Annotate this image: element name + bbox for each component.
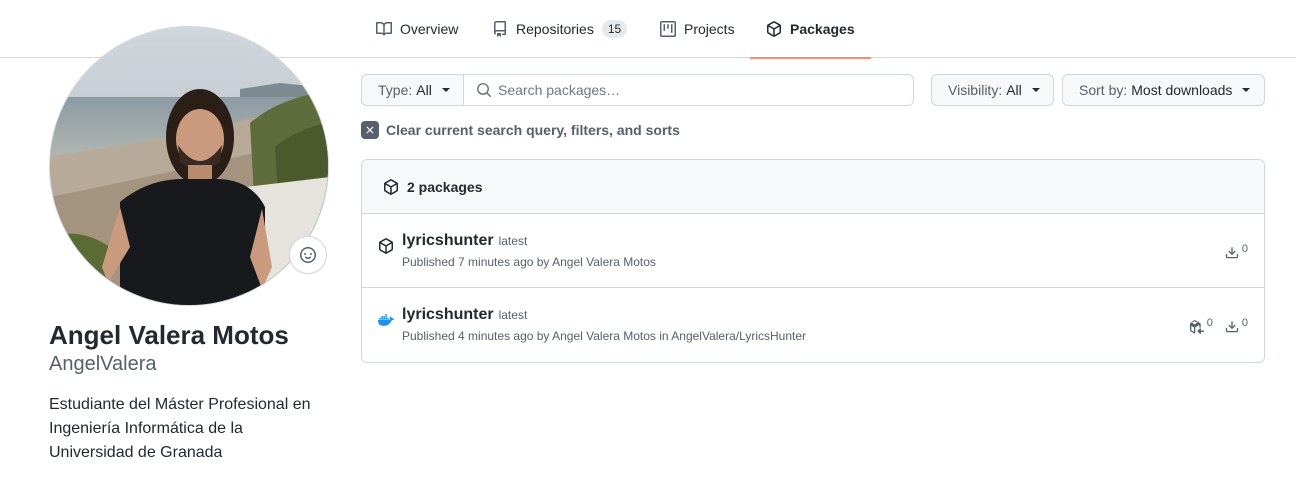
package-name-link[interactable]: lyricshunter: [402, 306, 494, 324]
set-status-button[interactable]: [289, 236, 327, 274]
tab-overview[interactable]: Overview: [376, 0, 458, 58]
package-title: lyricshunter latest: [402, 232, 527, 250]
visibility-filter-label: Visibility:: [948, 82, 1003, 98]
search-icon: [477, 83, 492, 98]
project-icon: [660, 21, 676, 37]
package-title: lyricshunter latest: [402, 306, 527, 324]
tab-projects[interactable]: Projects: [660, 0, 735, 58]
package-icon: [384, 178, 398, 195]
book-icon: [376, 21, 392, 36]
chevron-down-icon: [1242, 88, 1251, 92]
clear-filters-text: Clear current search query, filters, and…: [386, 122, 680, 138]
packages-header: 2 packages: [362, 160, 1264, 214]
list-item: lyricshunter latest Published 4 minutes …: [362, 288, 1264, 362]
chevron-down-icon: [1031, 88, 1040, 92]
package-stats: 0: [1225, 243, 1248, 260]
packages-count: 2 packages: [407, 178, 483, 195]
download-icon: [1225, 321, 1238, 333]
package-meta: Published 4 minutes ago by Angel Valera …: [402, 329, 807, 343]
tab-repositories-label: Repositories: [516, 21, 594, 37]
type-filter-dropdown[interactable]: Type: All: [361, 74, 464, 106]
sort-dropdown[interactable]: Sort by: Most downloads: [1062, 74, 1265, 106]
smiley-icon: [300, 247, 316, 263]
tab-packages[interactable]: Packages: [750, 0, 871, 59]
tab-packages-label: Packages: [790, 21, 855, 37]
package-meta: Published 7 minutes ago by Angel Valera …: [402, 255, 656, 269]
avatar-container: [49, 26, 329, 306]
downloads-stat: 0: [1225, 243, 1248, 260]
repo-icon: [494, 21, 506, 37]
tab-overview-label: Overview: [400, 21, 459, 37]
search-box: [463, 74, 914, 106]
download-icon: [1225, 247, 1238, 259]
downloads-count: 0: [1241, 243, 1248, 255]
downloads-count: 0: [1241, 317, 1248, 329]
package-dependents-icon: [1189, 320, 1204, 334]
sort-label: Sort by:: [1079, 82, 1128, 98]
visibility-filter-dropdown[interactable]: Visibility: All: [931, 74, 1054, 106]
type-filter-label: Type:: [378, 82, 413, 98]
tab-projects-label: Projects: [684, 21, 735, 37]
docker-icon: [378, 314, 394, 326]
package-icon: [379, 238, 393, 254]
close-icon: [361, 121, 379, 139]
package-tag: latest: [498, 308, 528, 322]
package-name-link[interactable]: lyricshunter: [402, 232, 494, 250]
chevron-down-icon: [441, 88, 450, 92]
type-filter-value: All: [416, 82, 432, 98]
packages-list: 2 packages lyricshunter latest Published…: [361, 159, 1265, 363]
package-stats: 0 0: [1189, 317, 1248, 334]
search-input[interactable]: [498, 82, 898, 98]
dependents-stat: 0: [1189, 317, 1213, 334]
dependents-count: 0: [1206, 317, 1213, 329]
profile-login: AngelValera: [49, 353, 157, 375]
sort-value: Most downloads: [1131, 82, 1233, 98]
visibility-filter-value: All: [1006, 82, 1022, 98]
package-icon: [767, 21, 781, 37]
list-item: lyricshunter latest Published 7 minutes …: [362, 214, 1264, 288]
profile-bio: Estudiante del Máster Profesional en Ing…: [49, 396, 311, 461]
clear-filters-link[interactable]: Clear current search query, filters, and…: [361, 121, 680, 139]
downloads-stat: 0: [1225, 317, 1248, 334]
profile-name: Angel Valera Motos: [49, 320, 289, 350]
tab-repositories[interactable]: Repositories 15: [492, 0, 628, 58]
avatar[interactable]: [49, 26, 329, 306]
package-tag: latest: [498, 234, 528, 248]
avatar-photo: [50, 27, 328, 305]
repositories-count-badge: 15: [601, 20, 628, 38]
